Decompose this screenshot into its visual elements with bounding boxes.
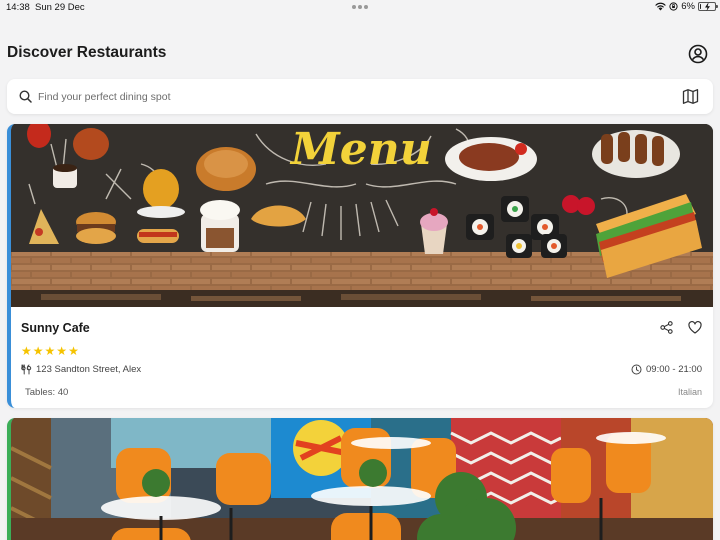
profile-button[interactable] xyxy=(688,44,708,64)
star-rating: ★ ★ ★ ★ ★ xyxy=(21,345,79,357)
opening-hours: 09:00 - 21:00 xyxy=(646,364,702,375)
restaurant-image: Menu xyxy=(11,124,713,307)
star-icon: ★ xyxy=(68,344,79,358)
utensils-icon xyxy=(21,364,32,375)
clock-icon xyxy=(631,364,642,375)
battery-icon xyxy=(698,2,718,11)
share-icon[interactable] xyxy=(660,321,673,334)
search-icon xyxy=(19,90,32,103)
star-icon: ★ xyxy=(32,344,44,358)
table-count: Tables: 40 xyxy=(25,387,69,398)
page-title: Discover Restaurants xyxy=(7,44,167,61)
multitasking-dots-icon[interactable] xyxy=(352,5,368,9)
orientation-lock-icon xyxy=(669,2,678,11)
restaurant-address: 123 Sandton Street, Alex xyxy=(36,364,142,375)
status-time: 14:38 xyxy=(6,2,30,13)
map-icon[interactable] xyxy=(682,88,699,105)
star-icon: ★ xyxy=(44,344,56,358)
menu-sign-text: Menu xyxy=(289,124,432,175)
status-indicators: 6% xyxy=(655,1,718,12)
search-bar[interactable] xyxy=(7,79,713,114)
status-date: Sun 29 Dec xyxy=(35,2,85,13)
restaurant-card[interactable]: Menu Sunny Cafe ★ ★ ★ ★ ★ 123 Sandton St… xyxy=(7,124,713,408)
restaurant-name[interactable]: Sunny Cafe xyxy=(21,321,90,335)
star-icon: ★ xyxy=(56,344,68,358)
user-circle-icon xyxy=(688,44,708,64)
star-icon: ★ xyxy=(21,344,32,358)
battery-percent: 6% xyxy=(681,1,695,12)
restaurant-card[interactable] xyxy=(7,418,713,540)
restaurant-image xyxy=(11,418,713,540)
search-input[interactable] xyxy=(38,88,638,105)
cuisine-label: Italian xyxy=(677,387,702,397)
status-bar: 14:38 Sun 29 Dec 6% xyxy=(0,0,720,14)
wifi-icon xyxy=(655,2,666,11)
favorite-heart-icon[interactable] xyxy=(688,321,702,334)
